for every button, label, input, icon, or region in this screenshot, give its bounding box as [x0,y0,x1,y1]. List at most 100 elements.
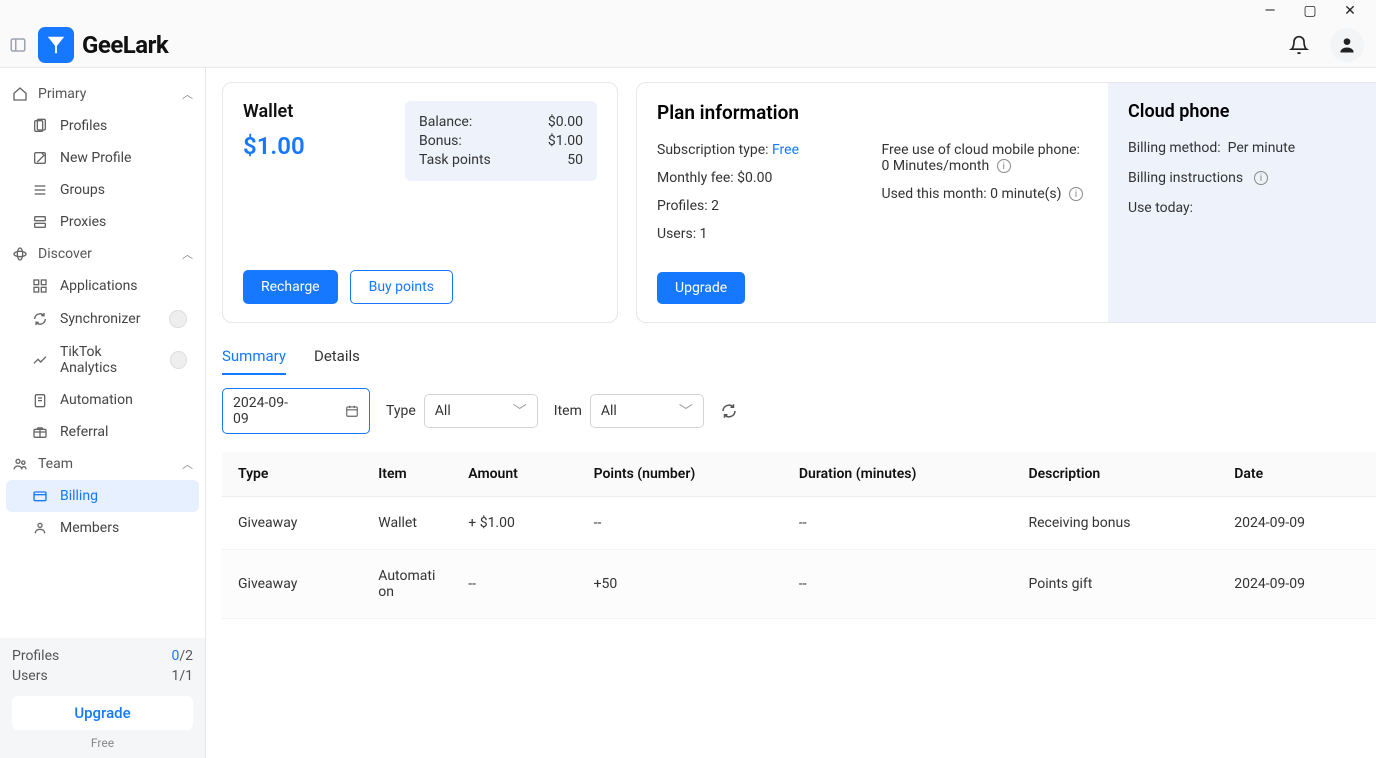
date-value: 2024-09-09 [233,395,297,427]
footer-users-value: 1/1 [171,668,193,684]
new-profile-icon [32,150,48,166]
referral-icon [32,424,48,440]
nav-label: Members [60,520,119,536]
nav-group-label: Discover [38,246,92,262]
plan-used: Used this month: 0 minute(s) i [882,186,1089,202]
nav-group-team[interactable]: Team ︿ [0,448,205,480]
item-filter-select[interactable]: All ﹀ [590,394,704,428]
filters-row: 2024-09-09 Type All﹀ Item All﹀ [222,388,1376,434]
window-titlebar: — ▢ ✕ [0,0,1376,22]
type-filter-value: All [435,403,451,419]
synchronizer-icon [32,311,48,327]
recharge-button[interactable]: Recharge [243,270,338,304]
nav-label: Proxies [60,214,106,230]
nav-item-billing[interactable]: Billing [6,480,199,512]
date-picker[interactable]: 2024-09-09 [222,388,370,434]
col-type: Type [222,452,362,497]
nav-group-primary[interactable]: Primary ︿ [0,78,205,110]
nav-label: Referral [60,424,108,440]
info-icon[interactable]: i [997,159,1011,173]
tab-details[interactable]: Details [314,337,360,375]
nav-group-discover[interactable]: Discover ︿ [0,238,205,270]
nav-item-members[interactable]: Members [6,512,199,544]
cell-item: Wallet [362,497,452,550]
plan-title: Plan information [657,101,1088,124]
plan-profiles: Profiles: 2 [657,198,864,214]
sidebar-toggle-icon[interactable] [6,33,30,57]
wallet-title: Wallet [243,101,305,122]
item-filter-value: All [601,403,617,419]
table-row: GiveawayAutomation--+50--Points gift2024… [222,550,1376,619]
col-date: Date [1218,452,1376,497]
col-duration: Duration (minutes) [783,452,1013,497]
nav-item-new-profile[interactable]: New Profile [6,142,199,174]
nav-group-label: Primary [38,86,86,102]
nav-label: Billing [60,488,98,504]
bonus-value: $1.00 [548,133,583,149]
nav-label: Applications [60,278,138,294]
chevron-down-icon: ﹀ [679,401,693,421]
wallet-amount: $1.00 [243,132,305,160]
user-avatar-icon[interactable] [1330,28,1364,62]
plan-users: Users: 1 [657,226,864,242]
footer-profiles-label: Profiles [12,648,59,664]
nav-label: Profiles [60,118,107,134]
nav-label: Groups [60,182,105,198]
nav-item-applications[interactable]: Applications [6,270,199,302]
automation-icon [32,392,48,408]
badge-icon [169,310,187,328]
balance-value: $0.00 [548,114,583,130]
info-icon[interactable]: i [1254,171,1268,185]
chevron-down-icon: ﹀ [513,401,527,421]
cloud-use-today: Use today: [1128,200,1356,216]
nav-label: New Profile [60,150,131,166]
app-logo[interactable]: GeeLark [38,27,168,63]
info-icon[interactable]: i [1069,187,1083,201]
cell-type: Giveaway [222,550,362,619]
type-filter-select[interactable]: All ﹀ [424,394,538,428]
balance-label: Balance: [419,114,472,130]
nav-item-synchronizer[interactable]: Synchronizer [6,302,199,336]
nav-item-tiktok-analytics[interactable]: TikTok Analytics [6,336,199,384]
calendar-icon [345,404,359,418]
type-filter-label: Type [386,403,416,419]
plan-free-use: Free use of cloud mobile phone: 0 Minute… [882,142,1089,174]
cell-amount: -- [452,550,577,619]
wallet-card: Wallet $1.00 Balance:$0.00 Bonus:$1.00 T… [222,82,618,323]
notifications-icon[interactable] [1282,28,1316,62]
nav-item-profiles[interactable]: Profiles [6,110,199,142]
refresh-icon[interactable] [720,402,738,420]
plan-upgrade-button[interactable]: Upgrade [657,272,745,304]
groups-icon [32,182,48,198]
plan-card: Plan information Subscription type: Free… [636,82,1376,323]
sidebar-upgrade-button[interactable]: Upgrade [12,696,193,730]
cell-amount: + $1.00 [452,497,577,550]
cell-points: -- [578,497,783,550]
nav-item-automation[interactable]: Automation [6,384,199,416]
applications-icon [32,278,48,294]
window-close[interactable]: ✕ [1330,3,1370,19]
badge-icon [170,351,187,369]
nav-item-proxies[interactable]: Proxies [6,206,199,238]
tab-summary[interactable]: Summary [222,337,286,375]
topbar: GeeLark [0,22,1376,68]
nav-item-groups[interactable]: Groups [6,174,199,206]
buy-points-button[interactable]: Buy points [350,270,453,304]
window-minimize[interactable]: — [1250,3,1290,19]
footer-profiles-total: /2 [179,648,193,664]
plan-fee: Monthly fee: $0.00 [657,170,864,186]
home-icon [12,86,28,102]
analytics-icon [32,352,48,368]
plan-subscription-link[interactable]: Free [772,142,799,158]
profiles-icon [32,118,48,134]
cell-type: Giveaway [222,497,362,550]
cell-date: 2024-09-09 [1218,497,1376,550]
cell-duration: -- [783,550,1013,619]
window-maximize[interactable]: ▢ [1290,3,1330,19]
nav-item-referral[interactable]: Referral [6,416,199,448]
transactions-table: Type Item Amount Points (number) Duratio… [222,452,1376,619]
sidebar-footer: Profiles0/2 Users1/1 Upgrade Free [0,638,205,758]
cell-desc: Points gift [1012,550,1218,619]
cloud-billing-method: Billing method: Per minute [1128,140,1356,156]
chevron-up-icon: ︿ [182,456,193,472]
